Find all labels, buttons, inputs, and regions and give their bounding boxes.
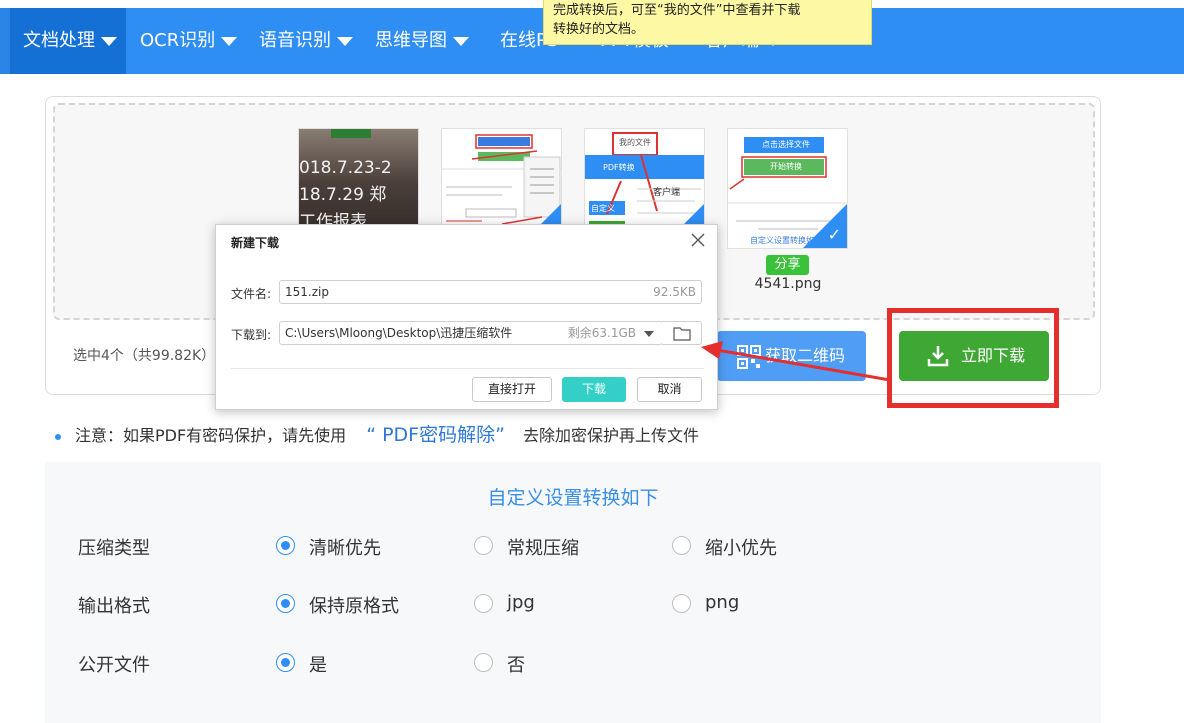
filename-field[interactable]: 151.zip 92.5KB — [279, 280, 702, 304]
option-label: 是 — [309, 655, 327, 676]
bullet-dot — [55, 433, 61, 440]
dialog-title: 新建下载 — [231, 236, 280, 250]
tooltip-line: 转换好的文档。 — [553, 22, 645, 37]
download-button-label: 立即下载 — [961, 346, 1026, 365]
open-directly-button[interactable]: 直接打开 — [472, 377, 552, 402]
option-label: png — [705, 592, 740, 613]
chevron-down-icon — [337, 36, 353, 46]
radio-public-yes[interactable] — [276, 653, 295, 672]
annotation-arrow — [701, 341, 891, 382]
check-icon: ✓ — [827, 225, 841, 244]
option-label: 清晰优先 — [309, 538, 381, 559]
chevron-down-icon — [453, 36, 469, 46]
nav-item-label: 语音识别 — [259, 30, 331, 51]
radio-keep-format[interactable] — [276, 594, 295, 613]
selected-count-info: 选中4个（共99.82K） — [73, 348, 216, 364]
option-label: 否 — [507, 655, 525, 676]
radio-normal-compress[interactable] — [474, 536, 493, 555]
compress-type-label: 压缩类型 — [78, 538, 150, 559]
photo-text-line: 18.7.29 郑 — [299, 185, 387, 205]
thumb-customer-label: 客户端 — [653, 188, 681, 198]
option-label: 保持原格式 — [309, 596, 399, 617]
dialog-download-button[interactable]: 下载 — [562, 377, 626, 402]
file-name-label: 4541.png — [754, 276, 822, 292]
chevron-down-icon[interactable] — [644, 331, 654, 337]
pdf-password-removal-link[interactable]: “ PDF密码解除” — [366, 424, 505, 446]
chevron-down-icon — [101, 36, 117, 46]
thumb-start-button: 开始转换 — [770, 162, 802, 171]
file-thumbnail-4[interactable]: 点击选择文件 开始转换 自定义设置转换如下 ✓ — [727, 128, 848, 249]
nav-item-ocr[interactable]: OCR识别 — [140, 8, 238, 74]
thumb-tab-label: 我的文件 — [619, 138, 651, 147]
tooltip: 完成转换后，可至“我的文件”中查看并下载 转换好的文档。 — [543, 0, 872, 45]
file-size: 92.5KB — [653, 285, 696, 299]
nav-item-document[interactable]: 文档处理 — [10, 8, 126, 74]
dialog-divider — [231, 368, 704, 369]
radio-png[interactable] — [672, 594, 691, 613]
save-path-field[interactable]: C:\Users\Mloong\Desktop\迅捷压缩软件 剩余63.1GB — [279, 321, 663, 345]
nav-item-speech[interactable]: 语音识别 — [259, 8, 353, 74]
tooltip-line: 完成转换后，可至“我的文件”中查看并下载 — [553, 3, 801, 18]
chevron-down-icon — [221, 36, 238, 46]
public-file-label: 公开文件 — [78, 655, 150, 676]
thumb-blue-tab: PDF转换 — [603, 163, 635, 172]
filename-label: 文件名: — [231, 287, 272, 301]
download-icon — [927, 346, 949, 367]
save-path-value: C:\Users\Mloong\Desktop\迅捷压缩软件 — [285, 326, 513, 340]
thumb-select-button: 点击选择文件 — [762, 140, 810, 149]
notice-prefix: 注意：如果PDF有密码保护，请先使用 — [75, 426, 347, 445]
notice-suffix: 去除加密保护再上传文件 — [522, 426, 699, 445]
thumb-side-label: 自定义 — [591, 204, 615, 213]
nav-item-label: 文档处理 — [23, 30, 95, 51]
radio-clear-first[interactable] — [276, 536, 295, 555]
filename-value: 151.zip — [285, 285, 329, 299]
option-label: jpg — [507, 592, 535, 613]
option-label: 常规压缩 — [507, 538, 579, 559]
nav-item-label: 思维导图 — [375, 30, 447, 51]
output-format-label: 输出格式 — [78, 596, 150, 617]
close-icon[interactable] — [690, 232, 706, 248]
photo-green-strip — [331, 129, 371, 138]
free-space: 剩余63.1GB — [567, 326, 636, 340]
dialog-cancel-button[interactable]: 取消 — [637, 377, 702, 402]
share-badge[interactable]: 分享 — [766, 255, 809, 275]
password-notice: 注意：如果PDF有密码保护，请先使用 “ PDF密码解除” 去除加密保护再上传文件 — [55, 420, 699, 447]
radio-smaller-first[interactable] — [672, 536, 691, 555]
radio-jpg[interactable] — [474, 594, 493, 613]
nav-item-mindmap[interactable]: 思维导图 — [375, 8, 469, 74]
page: { "nav": { "items": [ {"label": "文档处理", … — [0, 0, 1184, 723]
radio-public-no[interactable] — [474, 653, 493, 672]
photo-text-line: 018.7.23-2 — [299, 158, 392, 178]
settings-title: 自定义设置转换如下 — [487, 487, 659, 509]
save-to-label: 下载到: — [231, 328, 272, 342]
nav-left-edge — [0, 8, 10, 74]
download-now-button[interactable]: 立即下载 — [899, 331, 1049, 381]
option-label: 缩小优先 — [705, 538, 777, 559]
new-download-dialog: 新建下载 文件名: 151.zip 92.5KB 下载到: C:\Users\M… — [215, 224, 718, 410]
nav-item-label: OCR识别 — [140, 30, 216, 51]
